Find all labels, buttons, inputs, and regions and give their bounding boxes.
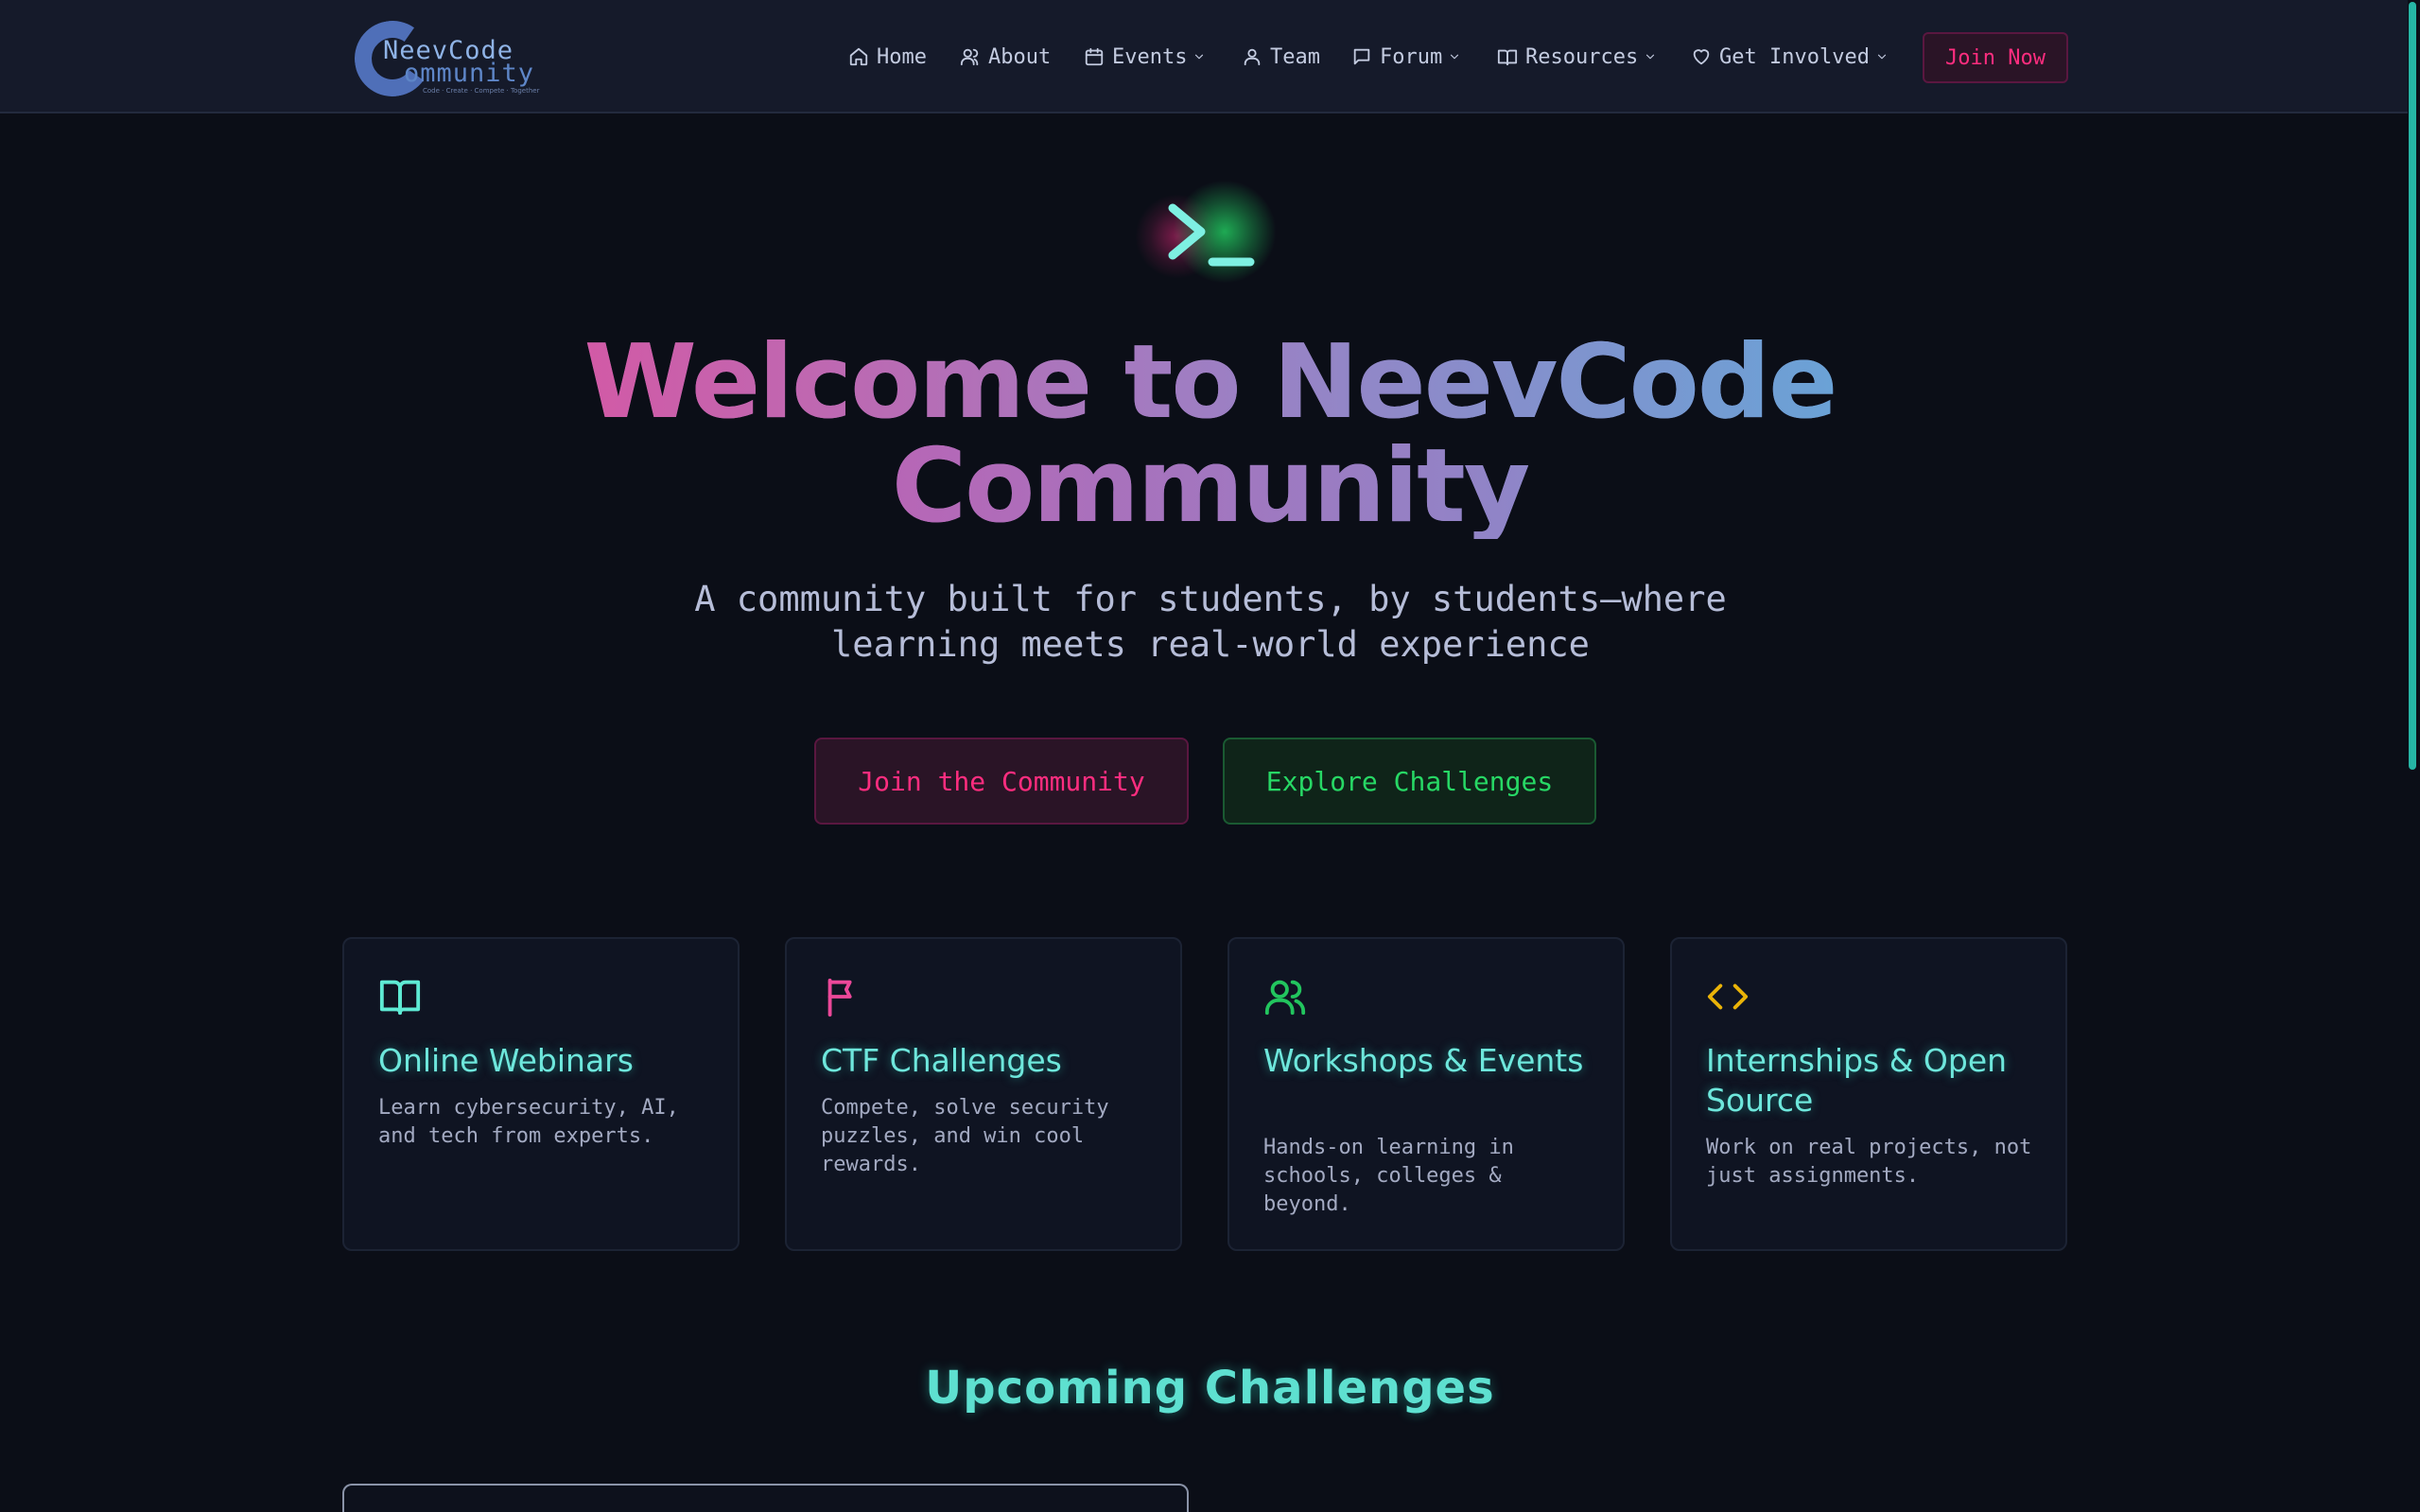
code-icon [1706,975,1750,1018]
feature-card-webinars[interactable]: Online Webinars Learn cybersecurity, AI,… [342,937,740,1251]
feature-card-internships[interactable]: Internships & Open Source Work on real p… [1670,937,2067,1251]
feature-description: Learn cybersecurity, AI, and tech from e… [378,1096,679,1148]
terminal-icon [1135,175,1277,288]
feature-description: Compete, solve security puzzles, and win… [821,1096,1109,1176]
nav-label-get-involved: Get Involved [1719,44,1870,69]
nav-label-team: Team [1270,44,1320,69]
calendar-icon [1085,47,1104,66]
nav-item-home[interactable]: Home [848,38,927,76]
users-icon [1263,975,1307,1018]
navbar: NeevCode ommunity Code · Create · Compet… [0,0,2408,113]
challenge-card[interactable] [342,1484,1189,1512]
nav-item-events[interactable]: Events [1084,38,1206,76]
nav-label-events: Events [1112,44,1188,69]
nav-label-resources: Resources [1525,44,1639,69]
site-logo[interactable]: NeevCode ommunity Code · Create · Compet… [348,14,558,103]
book-icon [1497,49,1518,66]
feature-card-ctf[interactable]: CTF Challenges Compete, solve security p… [785,937,1182,1251]
nav-label-forum: Forum [1380,44,1443,69]
page: NeevCode ommunity Code · Create · Compet… [0,0,2420,1512]
nav-item-team[interactable]: Team [1242,38,1320,76]
heart-icon [1693,49,1710,65]
hero-subtitle: A community built for students, by stude… [694,579,1727,665]
feature-card-workshops[interactable]: Workshops & Events Hands-on learning in … [1227,937,1625,1251]
nav-item-get-involved[interactable]: Get Involved [1691,38,1889,76]
chevron-down-icon [1877,54,1887,60]
upcoming-challenges-heading: Upcoming Challenges [925,1362,1495,1415]
feature-description: Work on real projects, not just assignme… [1706,1136,2032,1188]
user-icon [1244,48,1261,66]
nav-item-about[interactable]: About [960,38,1051,76]
nav-label-home: Home [877,44,927,69]
feature-title: Internships & Open Source [1706,1042,2008,1119]
nav-label-about: About [988,44,1052,69]
message-icon [1353,48,1370,65]
hero-title: Welcome to NeevCode Community [0,331,2420,539]
join-now-button[interactable]: Join Now [1923,32,2068,83]
feature-title: CTF Challenges [821,1042,1062,1079]
feature-title: Workshops & Events [1263,1042,1584,1079]
book-open-icon [378,975,422,1018]
explore-challenges-button[interactable]: Explore Challenges [1223,738,1596,825]
flag-icon [821,975,864,1018]
logo-text-line2: ommunity [404,59,535,88]
feature-title: Online Webinars [378,1042,634,1079]
chevron-down-icon [1195,54,1204,60]
hero-title-line2: Community [891,427,1530,546]
feature-description: Hands-on learning in schools, colleges &… [1263,1136,1514,1216]
chevron-down-icon [1646,54,1655,60]
hero-title-line1: Welcome to NeevCode [583,323,1838,442]
home-icon [849,47,868,66]
join-community-button[interactable]: Join the Community [814,738,1189,825]
nav-item-forum[interactable]: Forum [1351,38,1461,76]
users-icon [960,48,979,66]
logo-tagline: Code · Create · Compete · Together [423,87,540,95]
chevron-down-icon [1451,54,1459,60]
nav-item-resources[interactable]: Resources [1497,38,1657,76]
